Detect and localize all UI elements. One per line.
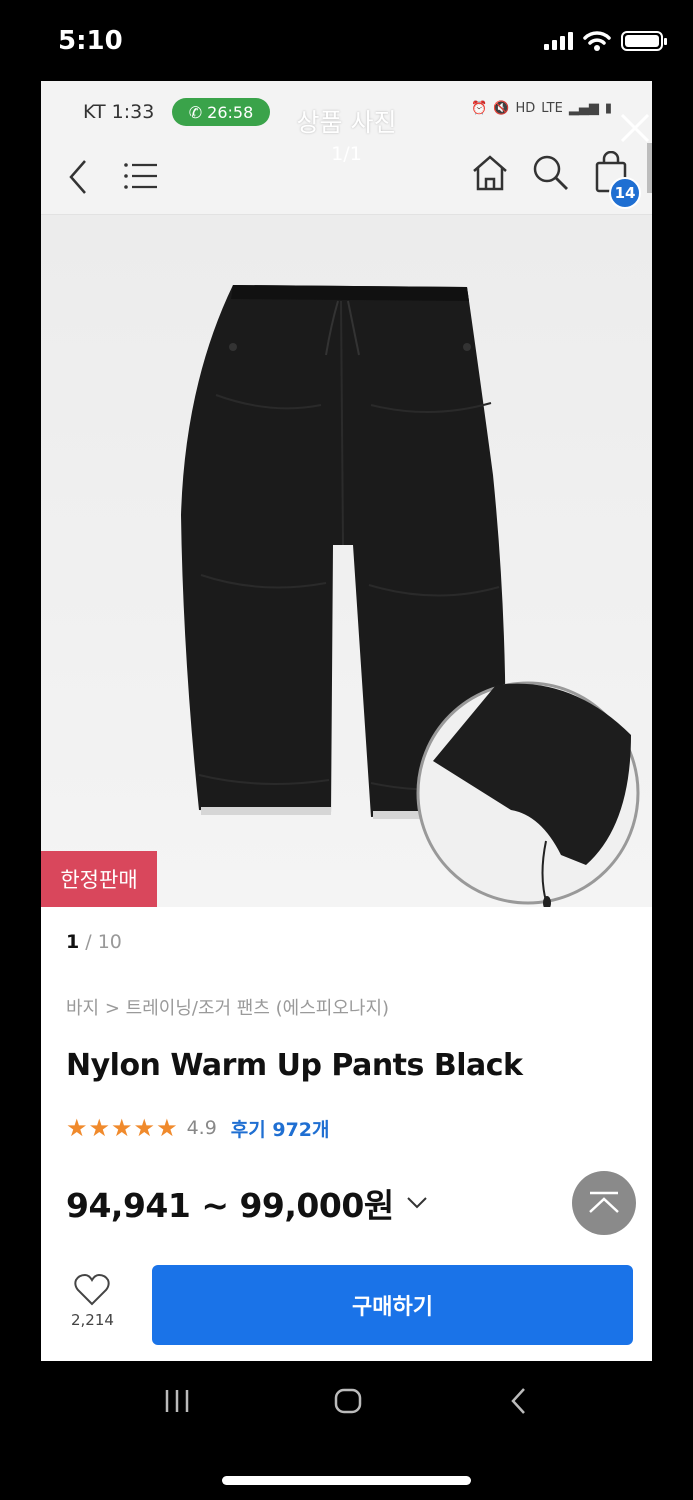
arrow-up-icon bbox=[589, 1191, 619, 1213]
chevron-down-icon[interactable] bbox=[406, 1196, 428, 1210]
wifi-icon bbox=[583, 31, 611, 51]
rating-value: 4.9 bbox=[186, 1117, 217, 1139]
product-image[interactable] bbox=[41, 215, 652, 910]
close-icon[interactable] bbox=[618, 111, 652, 145]
image-counter: 1 / 10 bbox=[66, 931, 122, 953]
like-count: 2,214 bbox=[71, 1311, 114, 1329]
buy-button[interactable]: 구매하기 bbox=[152, 1265, 633, 1345]
viewer-counter: 1/1 bbox=[331, 143, 362, 165]
like-button[interactable]: 2,214 bbox=[71, 1273, 114, 1329]
viewer-title: 상품 사진 bbox=[296, 108, 397, 137]
limited-sale-badge: 한정판매 bbox=[41, 851, 157, 907]
breadcrumb[interactable]: 바지 > 트레이닝/조거 팬츠 (에스피오나지) bbox=[66, 994, 389, 1020]
image-index: 1 bbox=[66, 931, 80, 953]
android-nav-bar bbox=[0, 1361, 693, 1441]
star-rating-icons: ★★★★★ bbox=[66, 1114, 179, 1142]
price-row[interactable]: 94,941 ~ 99,000원 bbox=[66, 1179, 428, 1227]
cellular-signal-icon bbox=[544, 32, 573, 50]
app-screenshot: KT 1:33 ✆ 26:58 ⏰ 🔇 HD LTE ▂▄▆ ▮ 14 상품 사… bbox=[41, 81, 652, 1361]
status-icons bbox=[544, 30, 667, 52]
pants-illustration bbox=[41, 215, 652, 910]
image-total: / 10 bbox=[85, 931, 122, 953]
ios-status-bar: 5:10 bbox=[0, 0, 693, 80]
status-time: 5:10 bbox=[58, 26, 123, 56]
rating-row: ★★★★★ 4.9 후기 972개 bbox=[66, 1114, 330, 1142]
price-range: 94,941 ~ 99,000원 bbox=[66, 1186, 394, 1225]
bottom-action-bar: 2,214 구매하기 bbox=[41, 1251, 652, 1361]
review-count-link[interactable]: 후기 972개 bbox=[231, 1115, 330, 1142]
home-indicator[interactable] bbox=[222, 1476, 471, 1485]
back-nav-icon[interactable] bbox=[509, 1387, 529, 1415]
cart-count-badge: 14 bbox=[609, 177, 641, 209]
battery-icon bbox=[621, 31, 667, 51]
product-title: Nylon Warm Up Pants Black bbox=[66, 1048, 523, 1083]
scroll-to-top-button[interactable] bbox=[572, 1171, 636, 1235]
recent-apps-icon[interactable] bbox=[163, 1389, 191, 1413]
home-nav-icon[interactable] bbox=[334, 1388, 362, 1414]
heart-icon bbox=[74, 1273, 111, 1306]
